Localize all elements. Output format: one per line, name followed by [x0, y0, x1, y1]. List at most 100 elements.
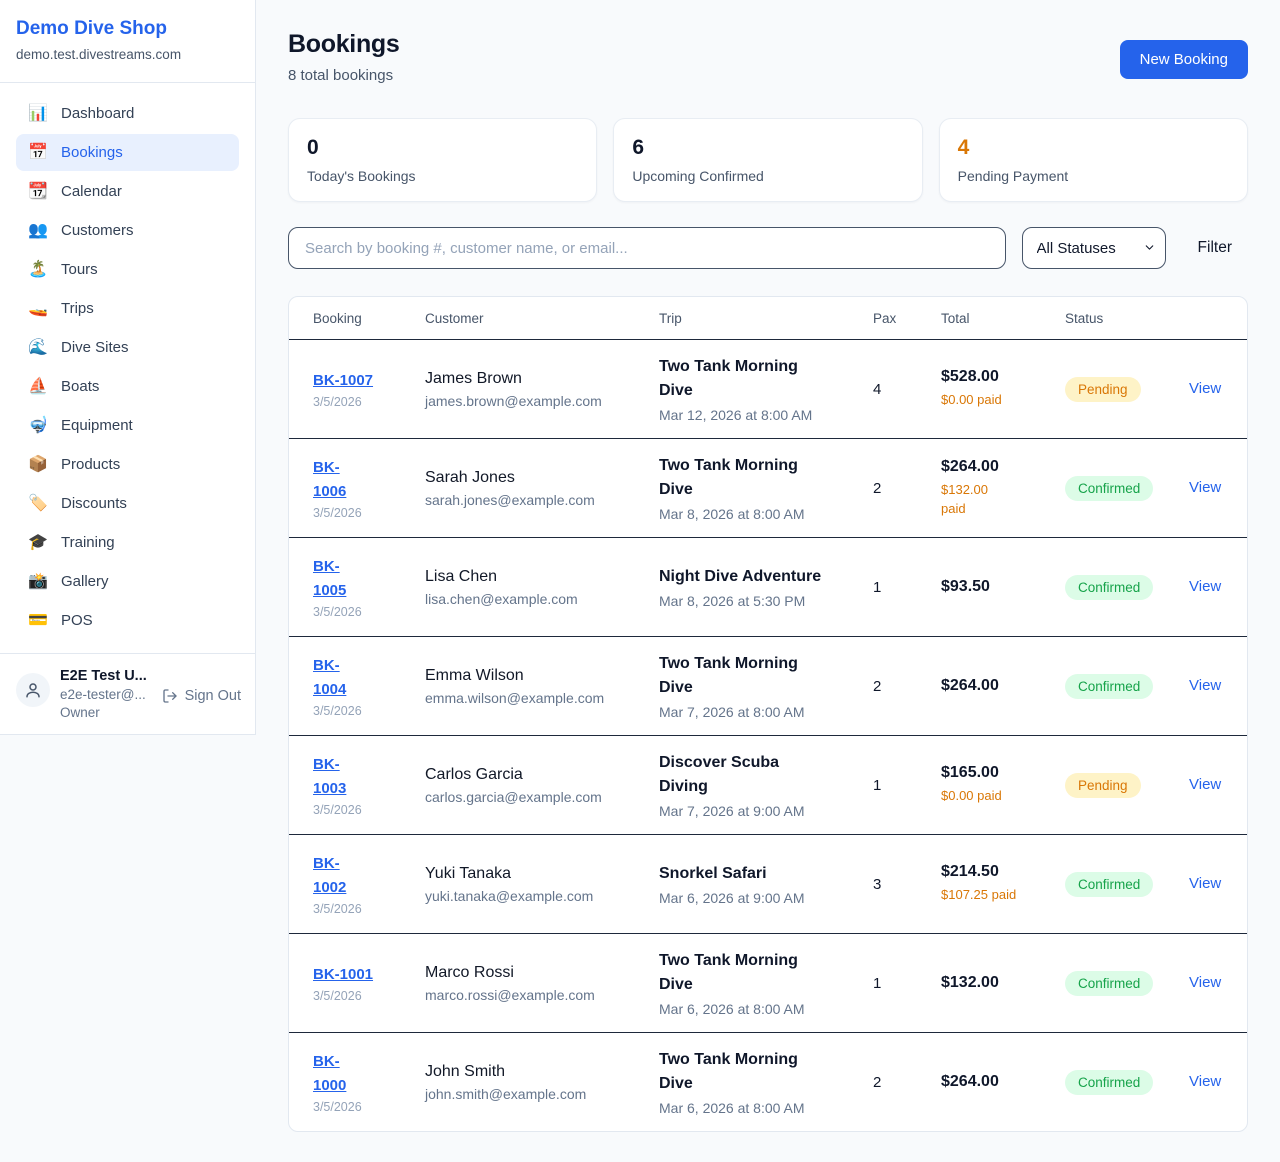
status-cell: Confirmed	[1065, 476, 1189, 501]
status-cell: Pending	[1065, 773, 1189, 798]
status-filter-select[interactable]: All Statuses	[1022, 227, 1166, 269]
pax-value: 2	[873, 1074, 941, 1091]
trip-cell: Two Tank MorningDive Mar 12, 2026 at 8:0…	[659, 355, 873, 423]
sidebar-item-discounts[interactable]: 🏷️ Discounts	[16, 485, 239, 522]
page-header: Bookings 8 total bookings New Booking	[288, 30, 1248, 84]
customer-cell: Lisa Chen lisa.chen@example.com	[425, 568, 659, 607]
booking-link[interactable]: BK-1004	[313, 657, 346, 698]
status-cell: Confirmed	[1065, 872, 1189, 897]
column-header-pax: Pax	[873, 311, 941, 326]
booking-link[interactable]: BK-1003	[313, 756, 346, 797]
booking-cell: BK-1005 3/5/2026	[313, 555, 425, 619]
view-link[interactable]: View	[1189, 776, 1221, 793]
customer-cell: Yuki Tanaka yuki.tanaka@example.com	[425, 865, 659, 904]
view-link[interactable]: View	[1189, 1073, 1221, 1090]
booking-date: 3/5/2026	[313, 902, 413, 916]
sailboat-icon: ⛵	[28, 379, 48, 395]
filter-button[interactable]: Filter	[1182, 239, 1248, 257]
status-badge: Pending	[1065, 377, 1141, 402]
table-row: BK-1000 3/5/2026 John Smith john.smith@e…	[289, 1032, 1247, 1131]
sidebar: Demo Dive Shop demo.test.divestreams.com…	[0, 0, 256, 735]
status-badge: Confirmed	[1065, 971, 1153, 996]
sidebar-item-label: Discounts	[61, 495, 127, 512]
sidebar-item-pos[interactable]: 💳 POS	[16, 602, 239, 639]
booking-date: 3/5/2026	[313, 704, 413, 718]
trip-datetime: Mar 6, 2026 at 9:00 AM	[659, 890, 861, 906]
customer-email: lisa.chen@example.com	[425, 591, 647, 607]
total-cell: $165.00 $0.00 paid	[941, 764, 1065, 806]
user-role: Owner	[60, 705, 152, 720]
stat-value: 4	[958, 136, 1229, 160]
total-amount: $214.50	[941, 863, 1053, 881]
sidebar-item-dive-sites[interactable]: 🌊 Dive Sites	[16, 329, 239, 366]
tear-off-calendar-icon: 📆	[28, 184, 48, 200]
table-row: BK-1007 3/5/2026 James Brown james.brown…	[289, 339, 1247, 438]
pax-value: 1	[873, 777, 941, 794]
paid-amount: $0.00 paid	[941, 391, 1053, 410]
total-cell: $264.00	[941, 1073, 1065, 1091]
booking-link[interactable]: BK-1006	[313, 459, 346, 500]
sidebar-item-gallery[interactable]: 📸 Gallery	[16, 563, 239, 600]
total-amount: $165.00	[941, 764, 1053, 782]
sidebar-item-trips[interactable]: 🚤 Trips	[16, 290, 239, 327]
sidebar-item-bookings[interactable]: 📅 Bookings	[16, 134, 239, 171]
status-badge: Pending	[1065, 773, 1141, 798]
trip-name: Two Tank MorningDive	[659, 652, 861, 700]
bar-chart-icon: 📊	[28, 106, 48, 122]
sidebar-item-label: Tours	[61, 261, 98, 278]
logout-icon	[162, 688, 178, 704]
paid-amount: $107.25 paid	[941, 886, 1053, 905]
customer-email: emma.wilson@example.com	[425, 690, 647, 706]
calendar-icon: 📅	[28, 145, 48, 161]
status-badge: Confirmed	[1065, 674, 1153, 699]
sidebar-item-dashboard[interactable]: 📊 Dashboard	[16, 95, 239, 132]
sidebar-item-equipment[interactable]: 🤿 Equipment	[16, 407, 239, 444]
total-cell: $264.00 $132.00paid	[941, 458, 1065, 519]
sidebar-item-customers[interactable]: 👥 Customers	[16, 212, 239, 249]
trip-cell: Night Dive Adventure Mar 8, 2026 at 5:30…	[659, 565, 873, 609]
booking-link[interactable]: BK-1002	[313, 855, 346, 896]
trip-datetime: Mar 7, 2026 at 8:00 AM	[659, 704, 861, 720]
trip-datetime: Mar 6, 2026 at 8:00 AM	[659, 1100, 861, 1116]
pax-value: 4	[873, 381, 941, 398]
customer-cell: Marco Rossi marco.rossi@example.com	[425, 964, 659, 1003]
sidebar-item-label: Boats	[61, 378, 99, 395]
paid-amount: $0.00 paid	[941, 787, 1053, 806]
view-link[interactable]: View	[1189, 677, 1221, 694]
booking-link[interactable]: BK-1001	[313, 966, 373, 983]
booking-link[interactable]: BK-1007	[313, 372, 373, 389]
view-link[interactable]: View	[1189, 974, 1221, 991]
total-cell: $264.00	[941, 677, 1065, 695]
sign-out-button[interactable]: Sign Out	[162, 688, 241, 704]
island-icon: 🏝️	[28, 262, 48, 278]
view-link[interactable]: View	[1189, 479, 1221, 496]
booking-link[interactable]: BK-1005	[313, 558, 346, 599]
main-content: Bookings 8 total bookings New Booking 0 …	[256, 0, 1280, 1162]
sidebar-item-calendar[interactable]: 📆 Calendar	[16, 173, 239, 210]
wave-icon: 🌊	[28, 340, 48, 356]
sidebar-item-boats[interactable]: ⛵ Boats	[16, 368, 239, 405]
trip-cell: Two Tank MorningDive Mar 7, 2026 at 8:00…	[659, 652, 873, 720]
customer-email: john.smith@example.com	[425, 1086, 647, 1102]
total-amount: $264.00	[941, 1073, 1053, 1091]
view-link[interactable]: View	[1189, 380, 1221, 397]
table-row: BK-1002 3/5/2026 Yuki Tanaka yuki.tanaka…	[289, 834, 1247, 933]
sidebar-item-training[interactable]: 🎓 Training	[16, 524, 239, 561]
status-cell: Pending	[1065, 377, 1189, 402]
new-booking-button[interactable]: New Booking	[1120, 40, 1248, 79]
sidebar-item-tours[interactable]: 🏝️ Tours	[16, 251, 239, 288]
package-icon: 📦	[28, 457, 48, 473]
sidebar-item-products[interactable]: 📦 Products	[16, 446, 239, 483]
view-link[interactable]: View	[1189, 578, 1221, 595]
search-input[interactable]	[288, 227, 1006, 269]
camera-icon: 📸	[28, 574, 48, 590]
total-cell: $214.50 $107.25 paid	[941, 863, 1065, 905]
credit-card-icon: 💳	[28, 613, 48, 629]
sign-out-label: Sign Out	[185, 688, 241, 704]
customer-name: Sarah Jones	[425, 469, 647, 487]
shop-domain: demo.test.divestreams.com	[16, 47, 239, 62]
booking-link[interactable]: BK-1000	[313, 1053, 346, 1094]
view-link[interactable]: View	[1189, 875, 1221, 892]
table-row: BK-1005 3/5/2026 Lisa Chen lisa.chen@exa…	[289, 537, 1247, 636]
sidebar-item-label: Calendar	[61, 183, 122, 200]
